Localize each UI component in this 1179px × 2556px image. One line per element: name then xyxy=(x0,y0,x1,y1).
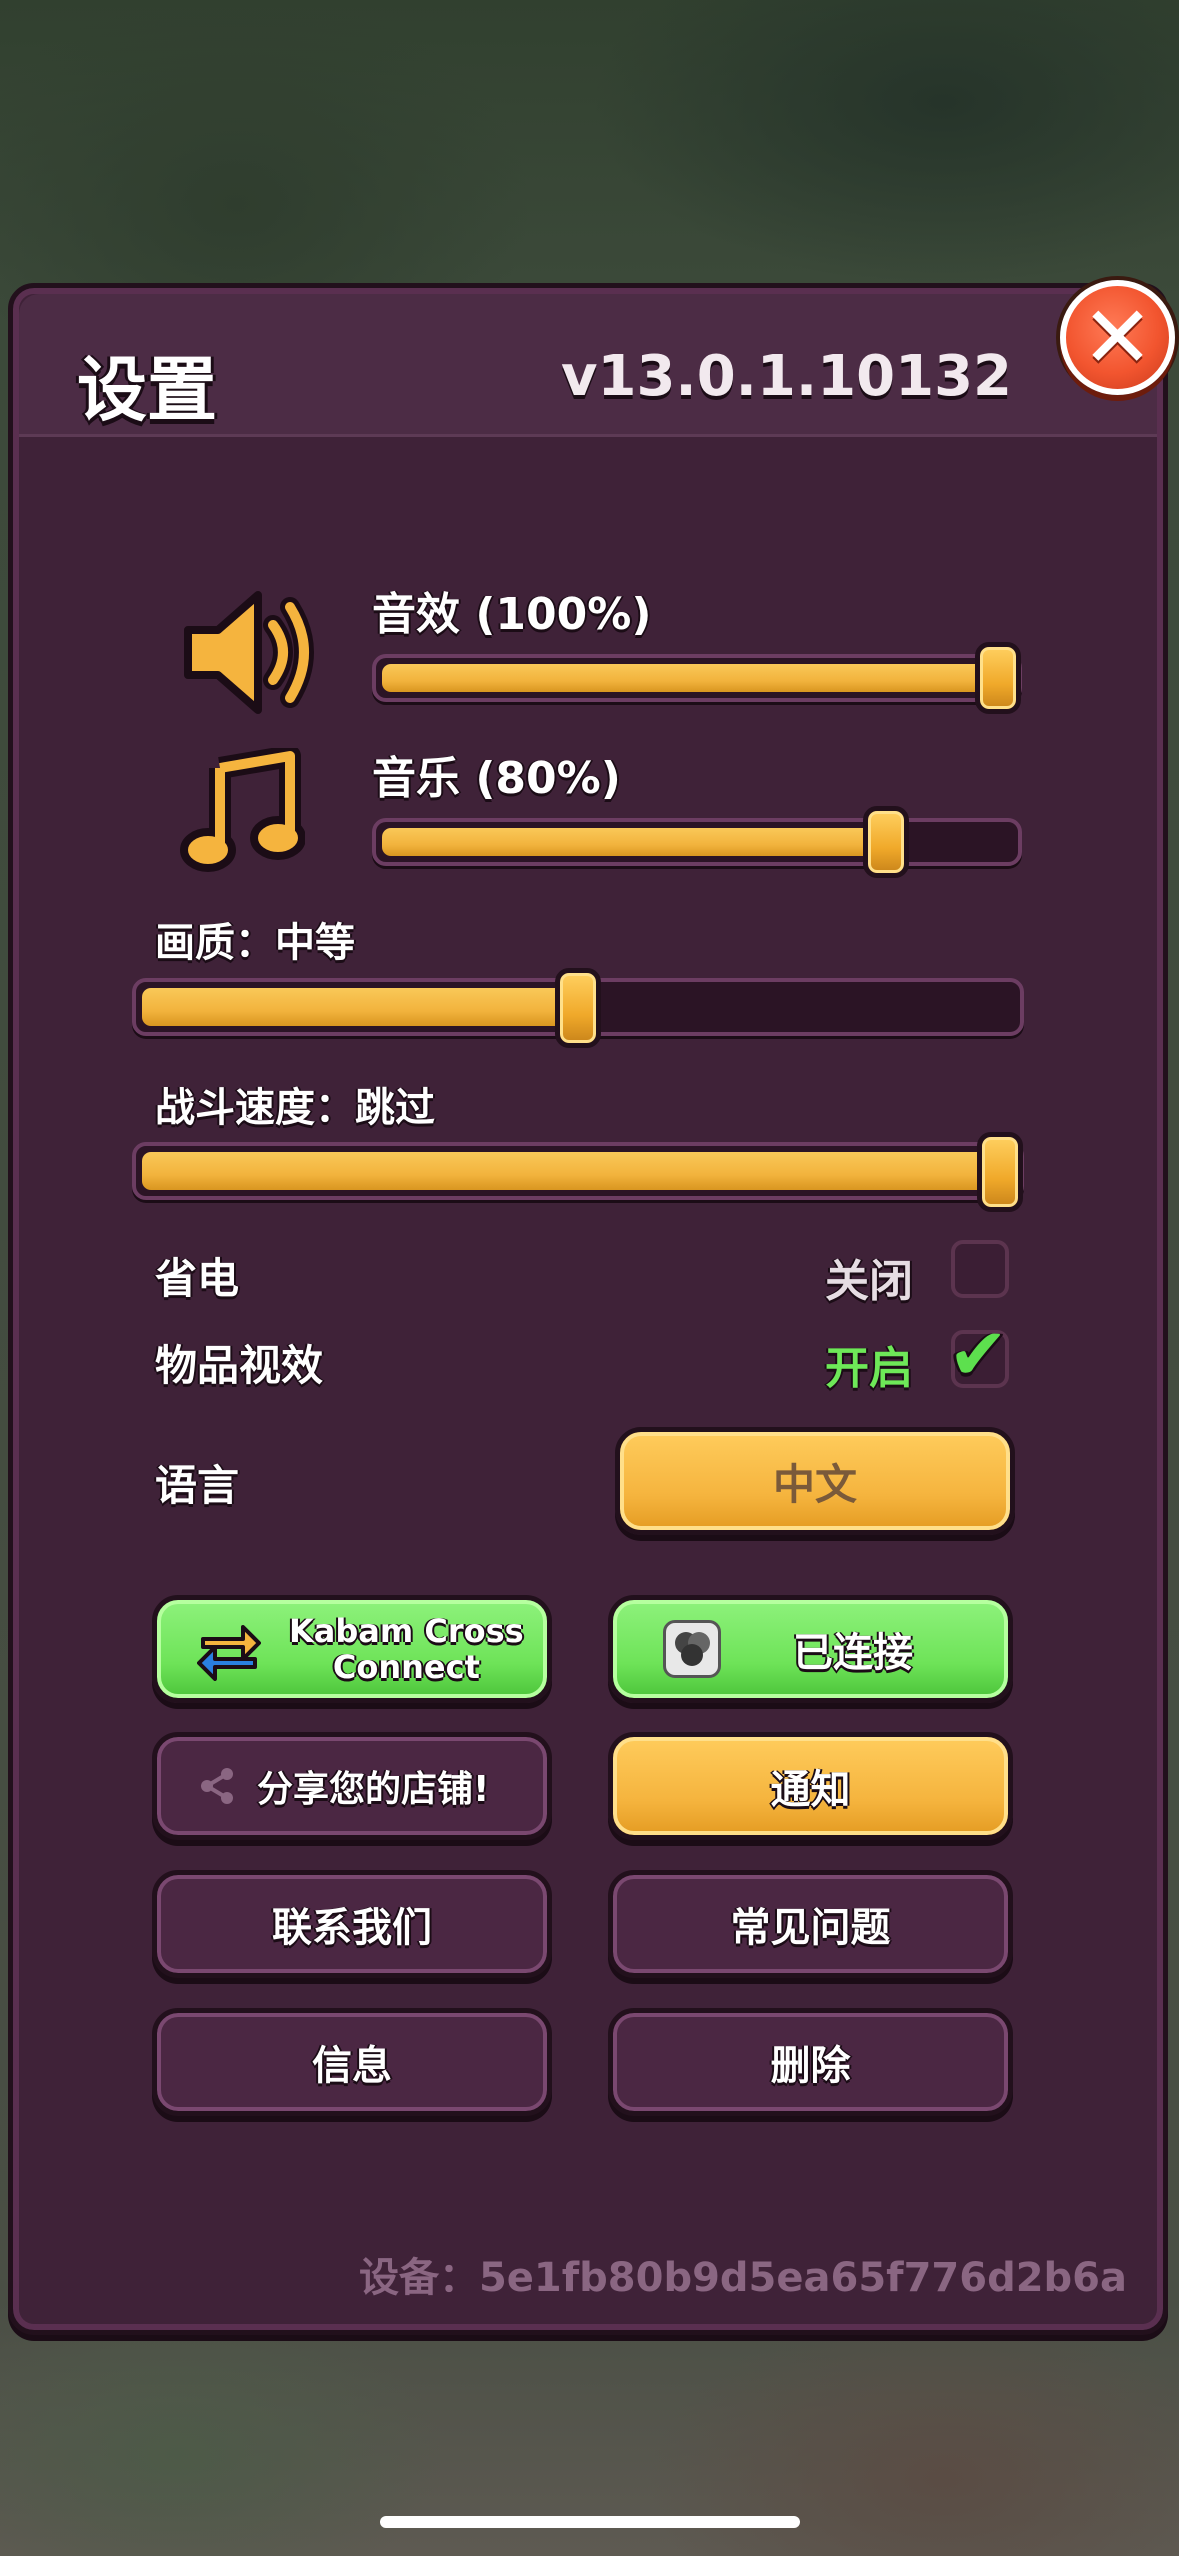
close-icon: ✕ xyxy=(1081,287,1154,388)
quality-slider-fill xyxy=(142,988,578,1026)
music-slider[interactable] xyxy=(372,806,1022,878)
music-slider-fill xyxy=(382,828,886,856)
connected-label: 已连接 xyxy=(793,1630,913,1676)
close-button[interactable]: ✕ xyxy=(1060,280,1175,395)
quality-slider[interactable] xyxy=(132,968,1024,1048)
delete-button[interactable]: 删除 xyxy=(608,2008,1013,2116)
sound-label: 音效 (100%) xyxy=(372,589,652,640)
quality-slider-knob[interactable] xyxy=(555,968,601,1048)
language-label: 语言 xyxy=(155,1461,240,1510)
delete-label: 删除 xyxy=(770,2043,851,2089)
item-effects-state: 开启 xyxy=(825,1343,913,1394)
faq-label: 常见问题 xyxy=(730,1905,891,1951)
battle-speed-slider-knob[interactable] xyxy=(977,1132,1023,1212)
faq-button[interactable]: 常见问题 xyxy=(608,1870,1013,1978)
share-icon xyxy=(197,1766,237,1806)
share-label: 分享您的店铺! xyxy=(257,1769,490,1810)
battle-speed-label: 战斗速度：跳过 xyxy=(155,1085,435,1131)
power-saving-checkbox[interactable] xyxy=(951,1240,1009,1298)
notifications-button[interactable]: 通知 xyxy=(608,1732,1013,1840)
language-select-button[interactable]: 中文 xyxy=(615,1427,1015,1535)
language-value: 中文 xyxy=(772,1459,857,1509)
sound-slider-fill xyxy=(382,664,1012,692)
info-button[interactable]: 信息 xyxy=(152,2008,552,2116)
sound-slider[interactable] xyxy=(372,642,1022,714)
music-label: 音乐 (80%) xyxy=(372,753,621,804)
page-title: 设置 xyxy=(77,349,217,431)
connected-account-icon xyxy=(663,1620,721,1678)
share-store-button[interactable]: 分享您的店铺! xyxy=(152,1732,552,1840)
sound-slider-knob[interactable] xyxy=(975,642,1021,714)
contact-label: 联系我们 xyxy=(272,1905,432,1951)
power-saving-label: 省电 xyxy=(155,1254,240,1303)
cross-connect-icon xyxy=(197,1617,261,1681)
battle-speed-slider[interactable] xyxy=(132,1132,1024,1212)
notifications-label: 通知 xyxy=(770,1767,851,1813)
info-label: 信息 xyxy=(312,2043,392,2089)
kabam-line-1: Kabam Cross xyxy=(289,1612,524,1650)
checkmark-icon: ✔ xyxy=(948,1312,1009,1396)
music-note-icon xyxy=(180,745,306,877)
panel-header: 设置 v13.0.1.10132 xyxy=(19,294,1157,437)
music-slider-knob[interactable] xyxy=(863,806,909,878)
version-label: v13.0.1.10132 xyxy=(560,344,1012,409)
home-indicator[interactable] xyxy=(380,2516,800,2528)
battle-speed-slider-fill xyxy=(142,1152,1014,1190)
speaker-icon xyxy=(178,585,318,724)
kabam-line-2: Connect xyxy=(332,1648,480,1686)
device-id: 设备：5e1fb80b9d5ea65f776d2b6a xyxy=(358,2255,1127,2301)
power-saving-state: 关闭 xyxy=(825,1256,913,1307)
kabam-cross-connect-button[interactable]: Kabam Cross Connect xyxy=(152,1595,552,1703)
connected-button[interactable]: 已连接 xyxy=(608,1595,1013,1703)
item-effects-label: 物品视效 xyxy=(155,1341,324,1390)
quality-label: 画质：中等 xyxy=(155,920,355,966)
contact-us-button[interactable]: 联系我们 xyxy=(152,1870,552,1978)
